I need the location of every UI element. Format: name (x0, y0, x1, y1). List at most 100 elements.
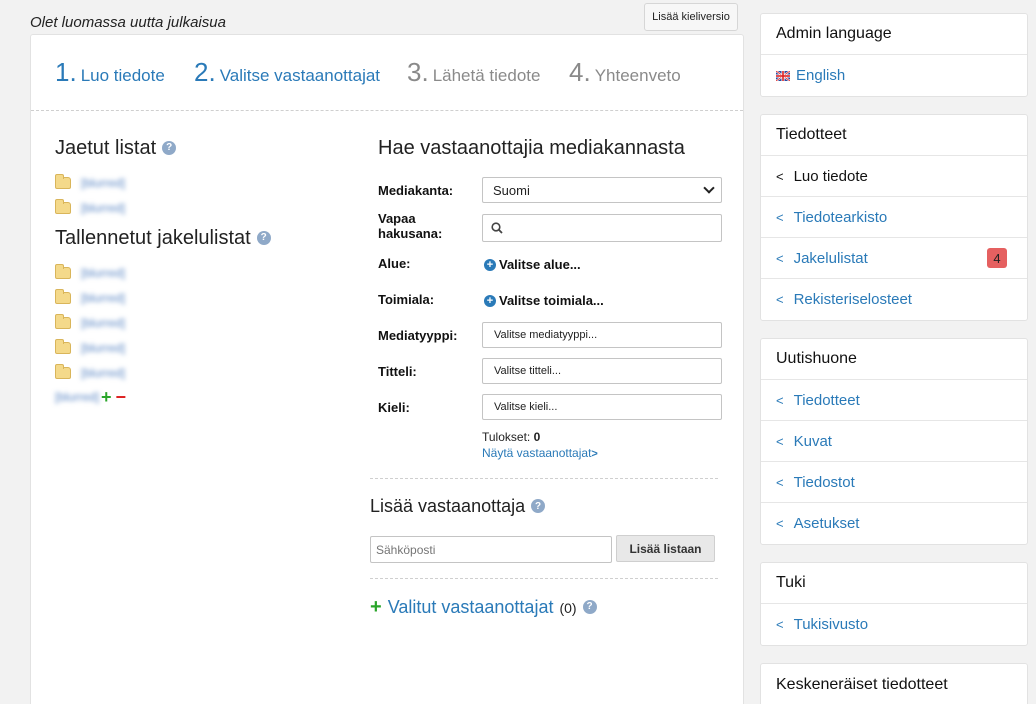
sidebar-item-label: Rekisteriselosteet (793, 291, 912, 308)
chevron-left-icon: < (776, 433, 784, 449)
select-region-link[interactable]: + Valitse alue... (484, 257, 581, 272)
sidebar-item-label: Kuvat (793, 432, 832, 450)
step-send-release: 3. Lähetä tiedote (407, 57, 540, 88)
media-type-label: Mediatyyppi: (378, 328, 458, 343)
sidebar-item-label: Jakelulistat (793, 249, 868, 267)
sidebar-item-create-release[interactable]: < Luo tiedote (761, 156, 1027, 197)
remove-icon[interactable]: − (116, 387, 127, 408)
step-label: Luo tiedote (80, 66, 165, 85)
language-button[interactable]: Valitse kieli... (482, 394, 722, 420)
sidebar-item-label: Tiedotteet (793, 391, 860, 409)
help-icon[interactable]: ? (531, 499, 546, 514)
search-title: Hae vastaanottajia mediakannasta (378, 137, 685, 159)
select-industry-link[interactable]: + Valitse toimiala... (484, 293, 604, 308)
list-name: [blurred] (81, 366, 126, 380)
folder-icon (55, 314, 71, 329)
saved-list-item[interactable]: [blurred] (55, 364, 126, 381)
select-region-text: Valitse alue... (499, 257, 581, 272)
folder-icon (55, 264, 71, 279)
language-english[interactable]: English (761, 55, 1027, 96)
saved-list-item[interactable]: [blurred] (55, 264, 126, 281)
shared-list-item[interactable]: [blurred] (55, 174, 126, 191)
list-name: [blurred] (81, 316, 126, 330)
selected-recipients[interactable]: + Valitut vastaanottajat (0) ? (370, 596, 597, 619)
list-name: [blurred] (81, 201, 126, 215)
saved-lists-title-text: Tallennetut jakelulistat (55, 227, 251, 249)
media-type-button[interactable]: Valitse mediatyyppi... (482, 322, 722, 348)
free-search-input[interactable] (482, 214, 722, 242)
chevron-left-icon: < (776, 516, 784, 531)
list-name: [blurred] (81, 266, 126, 280)
free-search-label: Vapaa hakusana: (378, 211, 442, 241)
results-value: 0 (533, 430, 541, 444)
chevron-left-icon: < (776, 250, 784, 266)
shared-list-item[interactable]: [blurred] (55, 199, 126, 216)
add-icon[interactable]: + (101, 387, 112, 408)
list-name: [blurred] (81, 176, 126, 190)
step-number: 4. (569, 57, 591, 87)
newsroom-box: Uutishuone < Tiedotteet < Kuvat < Tiedos… (760, 338, 1028, 545)
sidebar-item-distribution-lists[interactable]: < Jakelulistat 4 (761, 238, 1027, 279)
sidebar-item-release-archive[interactable]: < Tiedotearkisto (761, 197, 1027, 238)
folder-icon (55, 199, 71, 214)
step-label: Yhteenveto (594, 66, 681, 85)
sidebar-item-newsroom-releases[interactable]: < Tiedotteet (761, 380, 1027, 421)
separator (370, 578, 718, 579)
step-create-release[interactable]: 1. Luo tiedote (55, 57, 165, 88)
drafts-box: Keskeneräiset tiedotteet (760, 663, 1028, 704)
releases-title: Tiedotteet (761, 115, 1027, 156)
title-button[interactable]: Valitse titteli... (482, 358, 722, 384)
support-title: Tuki (761, 563, 1027, 604)
count-badge: 4 (987, 248, 1007, 268)
plus-icon: + (370, 596, 382, 618)
media-db-value: Suomi (493, 182, 530, 198)
help-icon[interactable]: ? (256, 230, 271, 245)
admin-language-title: Admin language (761, 14, 1027, 55)
media-db-label: Mediakanta: (378, 183, 454, 198)
chevron-right-icon: > (591, 448, 598, 460)
step-label: Lähetä tiedote (432, 66, 541, 85)
free-search-label-line1: Vapaa (378, 211, 416, 226)
chevron-left-icon: < (776, 209, 784, 225)
language-label: Kieli: (378, 400, 410, 415)
wizard-steps: 1. Luo tiedote 2. Valitse vastaanottajat 3… (31, 35, 743, 111)
help-icon[interactable]: ? (582, 599, 597, 614)
chevron-left-icon: < (776, 168, 784, 184)
media-db-select[interactable]: Suomi (482, 177, 722, 203)
saved-lists-title: Tallennetut jakelulistat? (55, 227, 271, 250)
add-circle-icon: + (484, 294, 496, 307)
add-circle-icon: + (484, 258, 496, 271)
add-recipient-title-text: Lisää vastaanottaja (370, 496, 526, 516)
add-language-version-button[interactable]: Lisää kieliversio (644, 3, 738, 31)
results-count: Tulokset: 0 (482, 430, 540, 444)
sidebar-item-label: Luo tiedote (793, 167, 868, 185)
releases-box: Tiedotteet < Luo tiedote < Tiedotearkist… (760, 114, 1028, 321)
add-to-list-button[interactable]: Lisää listaan (616, 535, 715, 562)
step-select-recipients[interactable]: 2. Valitse vastaanottajat (194, 57, 380, 88)
sidebar-item-label: Asetukset (793, 515, 860, 532)
show-recipients-link[interactable]: Näytä vastaanottajat> (482, 446, 598, 460)
page-heading: Olet luomassa uutta julkaisua (30, 14, 226, 31)
main-panel: 1. Luo tiedote 2. Valitse vastaanottajat 3… (30, 34, 744, 704)
email-field[interactable] (370, 536, 612, 563)
chevron-down-icon (703, 182, 715, 194)
sidebar-item-register-descriptions[interactable]: < Rekisteriselosteet (761, 279, 1027, 320)
saved-list-item[interactable]: [blurred] (55, 289, 125, 306)
saved-list-extra[interactable]: [blurred] + − (55, 387, 127, 408)
help-icon[interactable]: ? (162, 140, 177, 155)
sidebar-item-label: Tiedostot (793, 473, 855, 491)
folder-icon (55, 289, 71, 304)
saved-list-item[interactable]: [blurred] (55, 314, 126, 331)
sidebar-item-settings[interactable]: < Asetukset (761, 503, 1027, 544)
sidebar-item-files[interactable]: < Tiedostot (761, 462, 1027, 503)
sidebar-item-support-site[interactable]: < Tukisivusto (761, 604, 1027, 645)
sidebar-item-images[interactable]: < Kuvat (761, 421, 1027, 462)
step-summary: 4. Yhteenveto (569, 57, 681, 88)
drafts-title: Keskeneräiset tiedotteet (776, 675, 948, 693)
saved-list-item[interactable]: [blurred] (55, 339, 125, 356)
selected-recipients-title[interactable]: Valitut vastaanottajat (388, 597, 554, 618)
add-recipient-title: Lisää vastaanottaja? (370, 496, 546, 517)
step-number: 2. (194, 57, 216, 87)
region-label: Alue: (378, 256, 411, 271)
show-recipients-text: Näytä vastaanottajat (482, 446, 592, 460)
